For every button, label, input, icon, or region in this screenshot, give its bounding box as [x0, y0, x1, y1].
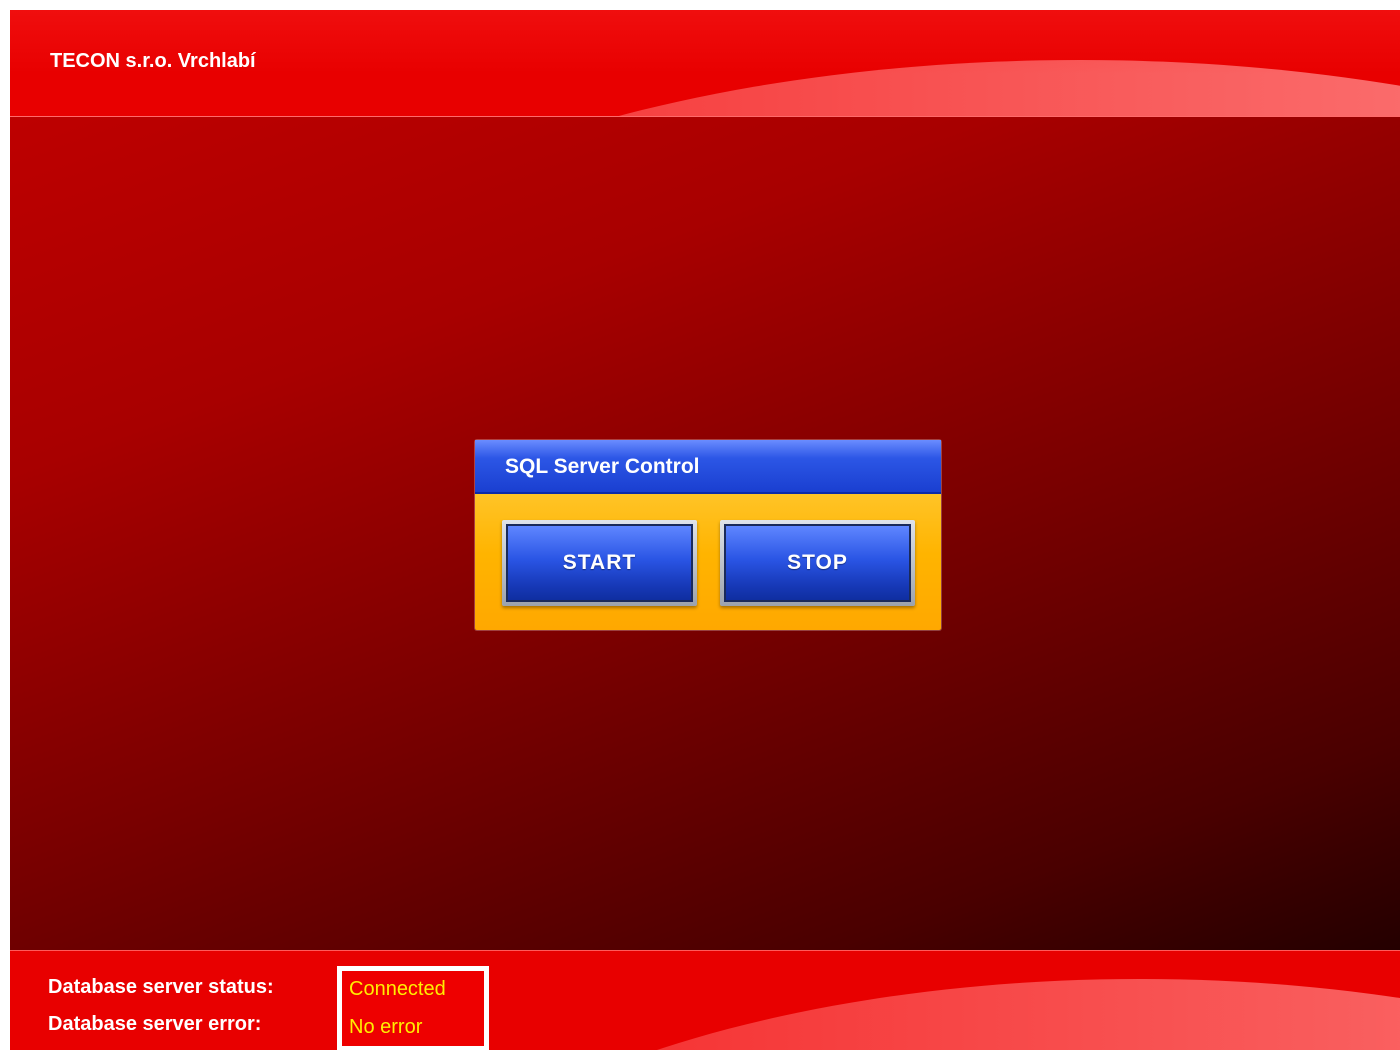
- sql-server-control-panel: SQL Server Control START STOP: [475, 440, 941, 630]
- database-error-value: No error: [349, 1016, 423, 1038]
- sql-panel-title: SQL Server Control: [505, 455, 700, 478]
- sql-panel-title-bar: SQL Server Control: [475, 440, 941, 494]
- stop-button-label: STOP: [724, 524, 911, 602]
- footer-status-bar: Database server status: Database server …: [10, 950, 1400, 1050]
- header-bar: TECON s.r.o. Vrchlabí: [10, 10, 1400, 117]
- status-values-box: Connected No error: [337, 966, 489, 1050]
- database-status-label: Database server status:: [48, 976, 274, 998]
- start-button[interactable]: START: [502, 520, 697, 606]
- start-button-label: START: [506, 524, 693, 602]
- database-error-label: Database server error:: [48, 1013, 262, 1035]
- company-name: TECON s.r.o. Vrchlabí: [50, 50, 256, 72]
- database-status-value: Connected: [349, 978, 446, 1000]
- stop-button[interactable]: STOP: [720, 520, 915, 606]
- app-window: TECON s.r.o. Vrchlabí SQL Server Control…: [10, 10, 1400, 1050]
